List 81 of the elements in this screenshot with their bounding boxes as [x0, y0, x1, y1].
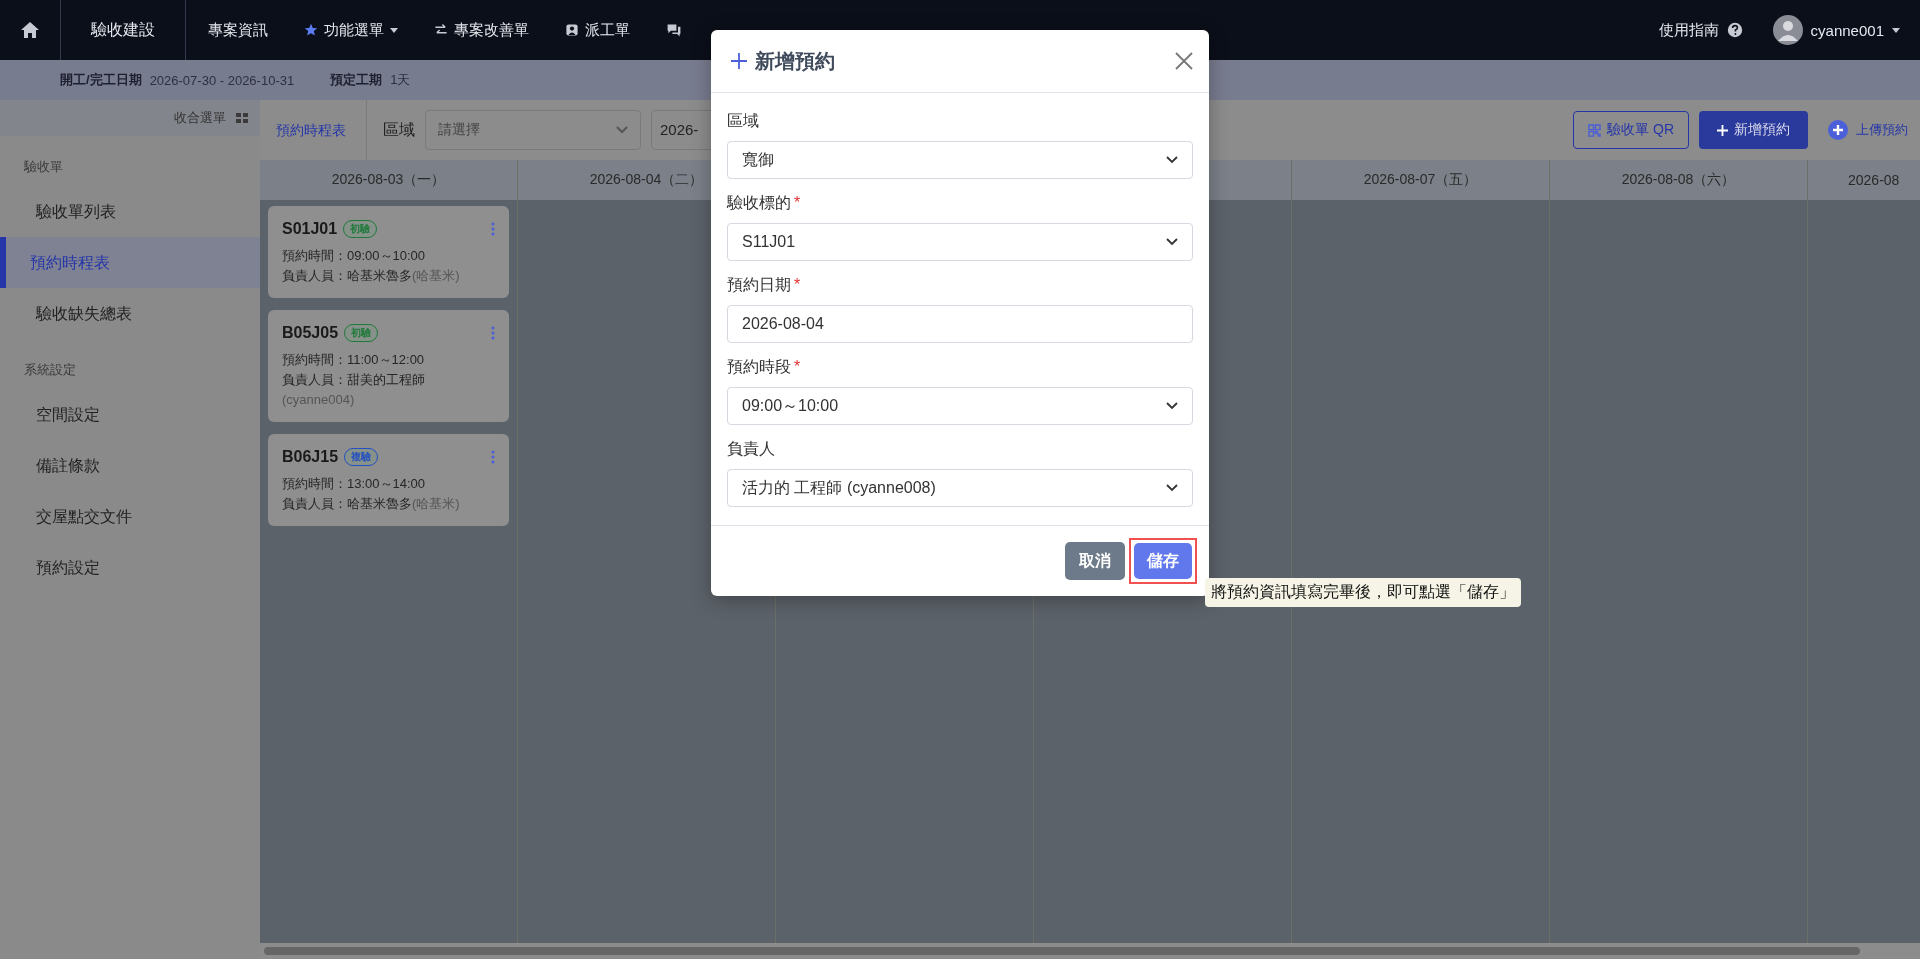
sidebar-item[interactable]: 驗收單列表 [0, 186, 260, 237]
info-value: 2026-07-30 - 2026-10-31 [149, 72, 295, 88]
booking-time: 預約時間：09:00～10:00 [282, 247, 427, 265]
add-booking-button[interactable]: 新增預約 [1699, 111, 1808, 149]
swap-arrows-icon [434, 23, 448, 37]
caret-icon [1892, 27, 1900, 33]
date-header: 2026-08-08（六） [1621, 171, 1736, 189]
account-name: (cyanne004) [282, 392, 355, 407]
unit-code: B05J05 [282, 324, 339, 342]
required-asterisk: * [794, 276, 801, 293]
avatar-icon[interactable] [1772, 15, 1803, 45]
booking-time: 預約時間：11:00～12:00 [282, 351, 426, 369]
dropdown-field[interactable]: S11J01 [727, 223, 1193, 261]
booking-time: 預約時間：13:00～14:00 [282, 475, 427, 493]
nav-link[interactable]: 專案改善單 [434, 20, 529, 40]
area-select[interactable]: 請選擇 [425, 110, 641, 150]
field-label: 驗收標的 * [727, 193, 802, 213]
hint-tooltip: 將預約資訊填寫完畢後，即可點選「儲存」 [1205, 578, 1521, 607]
sidebar-item[interactable]: 預約設定 [0, 542, 260, 593]
help-link[interactable]: 使用指南 [1658, 20, 1719, 40]
chevron-down-icon [616, 126, 628, 134]
status-tag: 初驗 [343, 220, 378, 238]
cancel-button[interactable]: 取消 [1065, 542, 1125, 580]
unit-code: B06J15 [282, 448, 339, 466]
caret-icon [390, 27, 398, 33]
date-header: 2026-08 [1848, 172, 1900, 188]
responsible-person: 負責人員：哈基米魯多 [282, 268, 412, 283]
chevron-down-icon [1166, 156, 1178, 164]
sidebar-item[interactable]: 備註條款 [0, 440, 260, 491]
info-value: 1天 [390, 71, 411, 89]
close-icon[interactable] [1175, 52, 1193, 70]
section-title: 驗收單 [23, 158, 64, 176]
date-header: 2026-08-03（一） [331, 171, 446, 189]
nav-link[interactable]: 派工單 [565, 20, 630, 40]
dropdown-field[interactable]: 寬御 [727, 141, 1193, 179]
nav-link[interactable]: 專案資訊 [208, 20, 268, 40]
date-header: 2026-08-04（二） [589, 171, 704, 189]
sidebar-item[interactable]: 交屋點交文件 [0, 491, 260, 542]
field-label: 預約日期 * [727, 275, 802, 295]
home-icon[interactable] [20, 20, 40, 40]
collapse-menu-link[interactable]: 收合選單 [174, 109, 226, 127]
sidebar-item[interactable]: 空間設定 [0, 389, 260, 440]
info-label: 預定工期 [330, 71, 383, 89]
status-tag: 初驗 [344, 324, 379, 342]
field-label: 負責人 [727, 439, 776, 459]
help-circle-icon[interactable] [1726, 22, 1743, 38]
star-icon [304, 23, 318, 37]
user-menu[interactable]: cyanne001 [1810, 21, 1884, 39]
grid-icon[interactable] [236, 112, 248, 124]
responsible-person: 負責人員：哈基米魯多 [282, 496, 412, 511]
field-label: 預約時段 * [727, 357, 802, 377]
status-tag: 複驗 [344, 448, 379, 466]
plus-circle-icon [1828, 120, 1848, 140]
plus-icon [1717, 124, 1728, 136]
person-icon [565, 23, 579, 37]
date-input[interactable]: 2026-08-04 [727, 305, 1193, 343]
dropdown-field[interactable]: 活力的 工程師 (cyanne008) [727, 469, 1193, 507]
section-title: 系統設定 [23, 361, 77, 379]
info-label: 開工/完工日期 [60, 71, 142, 89]
field-label: 區域 [727, 111, 760, 131]
chat-icon[interactable] [666, 22, 682, 38]
booking-card[interactable]: B05J05 初驗 預約時間：11:00～12:00 負責人員：甜美的工程師 (cyanne004) [268, 310, 509, 422]
chevron-down-icon [1166, 402, 1178, 410]
unit-code: S01J01 [282, 220, 338, 238]
area-label: 區域 [383, 119, 415, 140]
plus-icon [731, 53, 747, 69]
qr-code-icon [1588, 123, 1602, 137]
required-asterisk: * [794, 358, 801, 375]
save-button[interactable]: 儲存 [1134, 543, 1192, 579]
required-asterisk: * [794, 194, 801, 211]
date-header: 2026-08-07（五） [1363, 171, 1478, 189]
sidebar-item[interactable]: 驗收缺失總表 [0, 288, 260, 339]
horizontal-scrollbar[interactable] [264, 947, 1860, 955]
nav-link[interactable]: 功能選單 [304, 20, 398, 40]
qr-button[interactable]: 驗收單 QR [1573, 111, 1689, 149]
upload-link[interactable]: 上傳預約 [1828, 120, 1908, 140]
dialog-title: 新增預約 [755, 48, 835, 74]
chevron-down-icon [1166, 484, 1178, 492]
chevron-down-icon [1166, 238, 1178, 246]
responsible-person: 負責人員：甜美的工程師 [282, 372, 425, 387]
dropdown-field[interactable]: 09:00～10:00 [727, 387, 1193, 425]
